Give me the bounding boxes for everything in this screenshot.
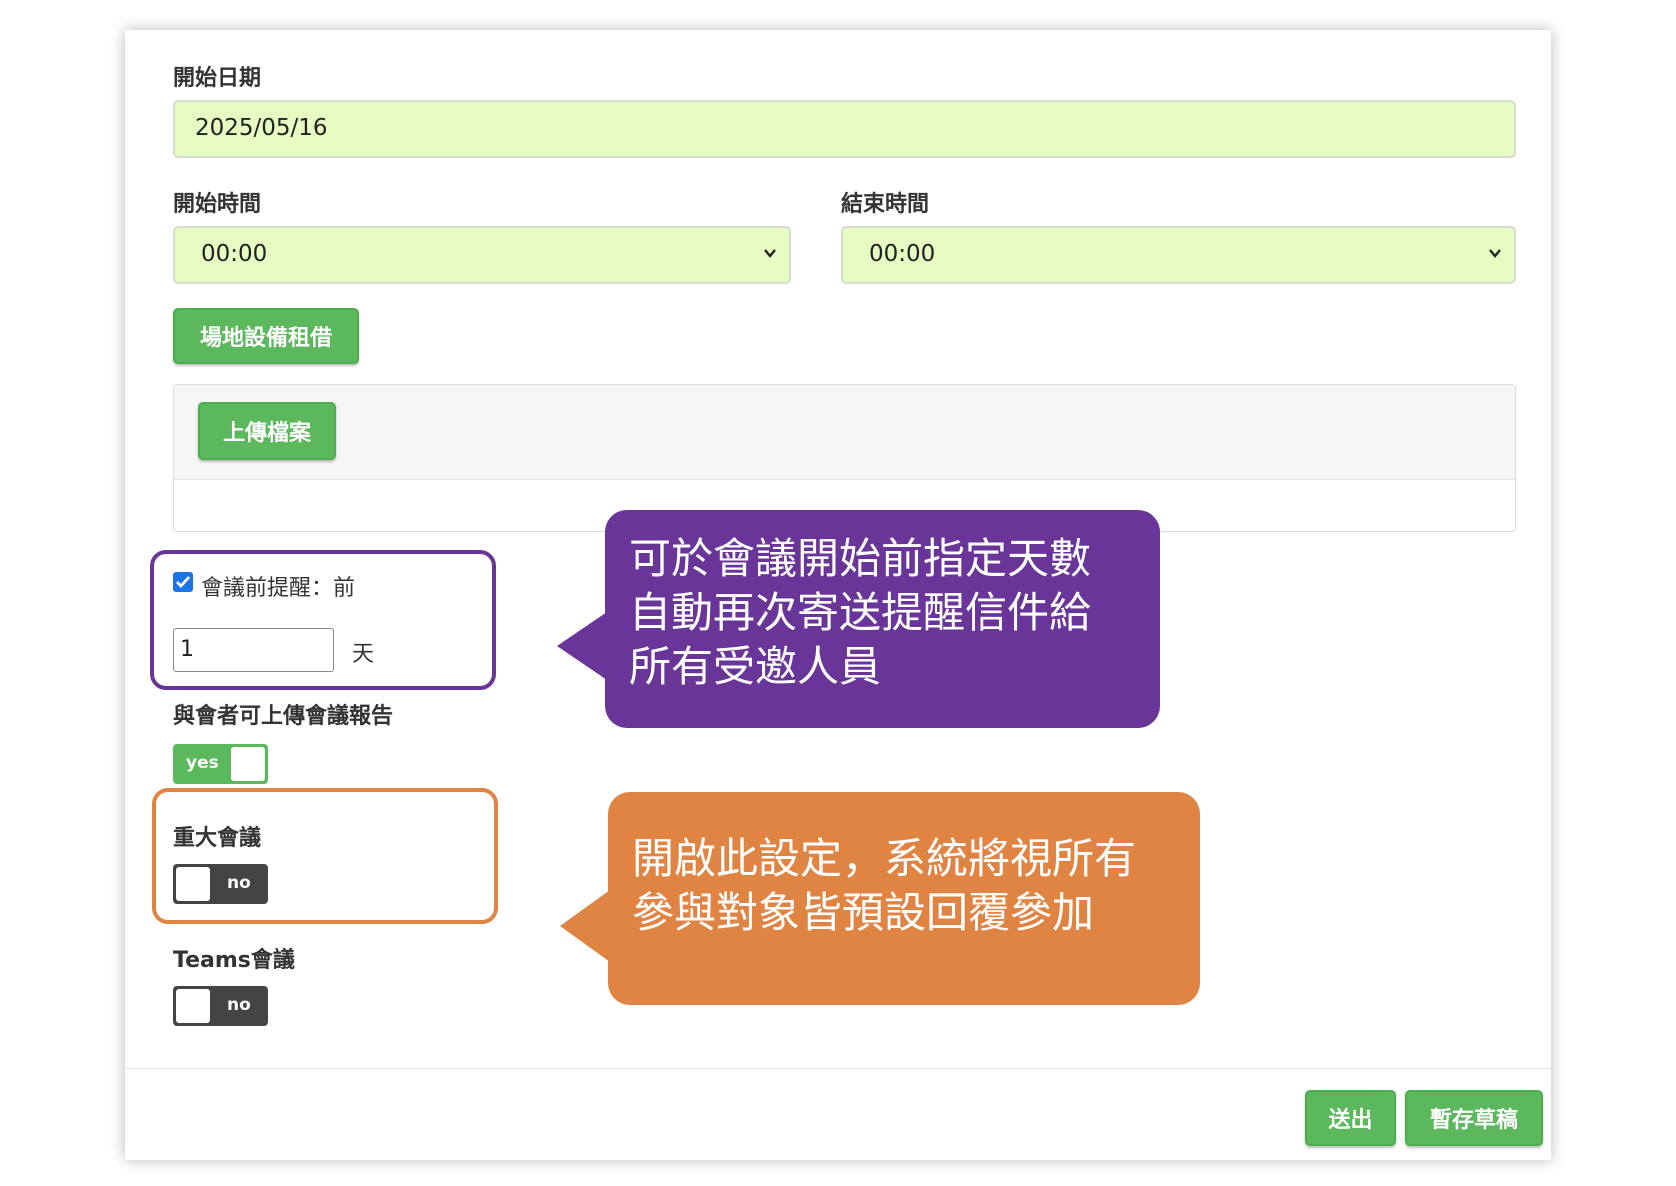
end-time-select[interactable]: 00:00 — [841, 226, 1516, 284]
upload-file-button[interactable]: 上傳檔案 — [198, 402, 336, 460]
chevron-down-icon — [764, 249, 776, 258]
toggle-knob — [176, 989, 210, 1023]
reminder-checkbox[interactable] — [173, 572, 193, 592]
callout-line: 自動再次寄送提醒信件給 — [629, 588, 1092, 637]
start-time-value: 00:00 — [201, 241, 268, 267]
teams-meeting-label: Teams會議 — [173, 948, 295, 973]
callout-pointer — [560, 890, 610, 962]
toggle-yes-text: yes — [186, 753, 219, 773]
teams-meeting-toggle[interactable]: no — [173, 986, 268, 1026]
check-icon — [176, 576, 191, 589]
start-date-label: 開始日期 — [173, 66, 262, 91]
reminder-label: 會議前提醒：前 — [201, 576, 356, 601]
start-date-value: 2025/05/16 — [195, 115, 328, 141]
toggle-knob — [231, 747, 265, 781]
start-date-input[interactable]: 2025/05/16 — [173, 100, 1516, 158]
end-time-label: 結束時間 — [841, 192, 930, 217]
start-time-label: 開始時間 — [173, 192, 262, 217]
major-meeting-toggle[interactable]: no — [173, 864, 268, 904]
submit-button[interactable]: 送出 — [1305, 1090, 1396, 1146]
reminder-unit: 天 — [352, 642, 375, 667]
major-meeting-callout: 開啟此設定，系統將視所有 參與對象皆預設回覆參加 — [608, 792, 1200, 1005]
reminder-callout: 可於會議開始前指定天數 自動再次寄送提醒信件給 所有受邀人員 — [605, 510, 1160, 728]
save-draft-button[interactable]: 暫存草稿 — [1405, 1090, 1543, 1146]
upload-report-toggle[interactable]: yes — [173, 744, 268, 784]
start-time-select[interactable]: 00:00 — [173, 226, 791, 284]
toggle-no-text: no — [227, 995, 251, 1015]
venue-rental-button[interactable]: 場地設備租借 — [173, 308, 359, 364]
callout-pointer — [557, 612, 607, 680]
major-meeting-label: 重大會議 — [173, 826, 262, 851]
upload-report-label: 與會者可上傳會議報告 — [173, 704, 394, 729]
footer-divider — [125, 1068, 1551, 1069]
toggle-knob — [176, 867, 210, 901]
reminder-days-input[interactable]: 1 — [173, 628, 334, 672]
callout-line: 參與對象皆預設回覆參加 — [632, 888, 1095, 937]
toggle-no-text: no — [227, 873, 251, 893]
reminder-days-value: 1 — [180, 637, 194, 662]
form-card: 開始日期 2025/05/16 開始時間 00:00 結束時間 00:00 場地… — [125, 30, 1551, 1160]
upload-panel-header — [174, 385, 1515, 480]
callout-line: 所有受邀人員 — [629, 642, 882, 691]
callout-line: 可於會議開始前指定天數 — [629, 534, 1092, 583]
chevron-down-icon — [1489, 249, 1501, 258]
callout-line: 開啟此設定，系統將視所有 — [632, 834, 1137, 883]
end-time-value: 00:00 — [869, 241, 936, 267]
